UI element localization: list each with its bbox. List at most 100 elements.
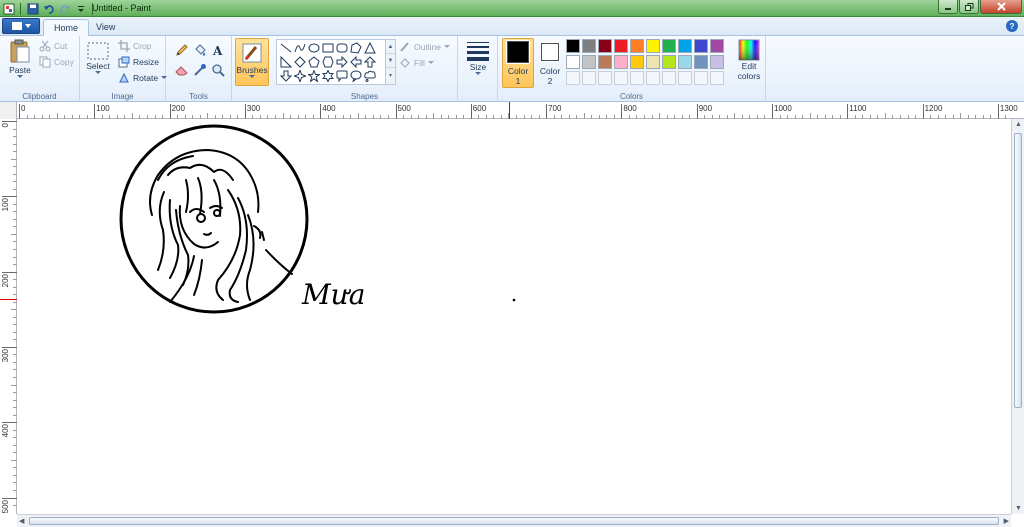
palette-swatch[interactable]	[646, 39, 660, 53]
line-shape-icon[interactable]	[279, 41, 292, 54]
portrait-sketch	[149, 149, 293, 303]
palette-swatch[interactable]	[710, 39, 724, 53]
eraser-icon[interactable]	[174, 62, 190, 78]
minimize-button[interactable]	[938, 0, 958, 14]
six-point-star-shape-icon[interactable]	[321, 69, 334, 82]
magnifier-icon[interactable]	[210, 62, 226, 78]
palette-swatch-empty[interactable]	[710, 71, 724, 85]
polygon-shape-icon[interactable]	[349, 41, 362, 54]
color-picker-icon[interactable]	[192, 62, 208, 78]
brushes-button[interactable]: Brushes	[235, 38, 269, 86]
palette-swatch-empty[interactable]	[630, 71, 644, 85]
shapes-gallery-scroll[interactable]: ▲ ▼ ▾	[385, 40, 395, 84]
five-point-star-shape-icon[interactable]	[307, 69, 320, 82]
ruler-corner	[0, 102, 17, 119]
text-icon[interactable]: A	[210, 42, 226, 58]
scroll-right-icon[interactable]: ▶	[1004, 517, 1009, 525]
select-button[interactable]: Select	[85, 41, 111, 75]
palette-swatch[interactable]	[694, 55, 708, 69]
palette-swatch[interactable]	[662, 39, 676, 53]
pentagon-shape-icon[interactable]	[307, 55, 320, 68]
palette-swatch[interactable]	[566, 39, 580, 53]
palette-swatch-empty[interactable]	[646, 71, 660, 85]
paint-menu-button[interactable]	[2, 18, 40, 34]
right-arrow-shape-icon[interactable]	[335, 55, 348, 68]
cut-button[interactable]: Cut	[39, 40, 67, 52]
palette-swatch-empty[interactable]	[598, 71, 612, 85]
rectangle-shape-icon[interactable]	[321, 41, 334, 54]
scroll-up-icon[interactable]: ▲	[1015, 121, 1022, 128]
oval-shape-icon[interactable]	[307, 41, 320, 54]
customize-toolbar-icon[interactable]	[74, 2, 87, 15]
save-icon[interactable]	[26, 2, 39, 15]
palette-swatch[interactable]	[662, 55, 676, 69]
palette-swatch[interactable]	[598, 39, 612, 53]
brush-icon	[240, 41, 264, 65]
palette-swatch[interactable]	[598, 55, 612, 69]
palette-swatch[interactable]	[614, 39, 628, 53]
resize-icon	[118, 56, 130, 68]
curve-shape-icon[interactable]	[293, 41, 306, 54]
help-icon[interactable]: ?	[1006, 20, 1018, 32]
left-arrow-shape-icon[interactable]	[349, 55, 362, 68]
outline-button[interactable]: Outline	[399, 41, 450, 53]
palette-swatch[interactable]	[582, 55, 596, 69]
rounded-callout-shape-icon[interactable]	[335, 69, 348, 82]
palette-swatch-empty[interactable]	[678, 71, 692, 85]
resize-button[interactable]: Resize	[118, 56, 159, 68]
four-point-star-shape-icon[interactable]	[293, 69, 306, 82]
oval-callout-shape-icon[interactable]	[349, 69, 362, 82]
stray-dot	[512, 298, 516, 302]
tab-home[interactable]: Home	[43, 19, 90, 37]
palette-swatch[interactable]	[694, 39, 708, 53]
ruler-label: 1000	[774, 104, 792, 113]
fill-bucket-icon[interactable]	[192, 42, 208, 58]
maximize-button[interactable]	[959, 0, 979, 14]
palette-swatch[interactable]	[678, 39, 692, 53]
close-button[interactable]	[980, 0, 1022, 14]
tab-view[interactable]: View	[86, 19, 125, 36]
crop-button[interactable]: Crop	[118, 40, 151, 52]
hexagon-shape-icon[interactable]	[321, 55, 334, 68]
palette-swatch-empty[interactable]	[582, 71, 596, 85]
redo-icon[interactable]	[58, 2, 71, 15]
palette-swatch-empty[interactable]	[566, 71, 580, 85]
palette-swatch[interactable]	[566, 55, 580, 69]
palette-swatch-empty[interactable]	[614, 71, 628, 85]
triangle-shape-icon[interactable]	[363, 41, 376, 54]
right-triangle-shape-icon[interactable]	[279, 55, 292, 68]
scroll-down-icon[interactable]: ▼	[1015, 505, 1022, 512]
rounded-rectangle-shape-icon[interactable]	[335, 41, 348, 54]
color-1-button[interactable]: Color 1	[502, 38, 534, 88]
down-arrow-shape-icon[interactable]	[279, 69, 292, 82]
palette-swatch[interactable]	[630, 39, 644, 53]
vertical-scroll-thumb[interactable]	[1014, 133, 1022, 408]
color-2-button[interactable]: Color 2	[534, 38, 566, 88]
palette-swatch-empty[interactable]	[662, 71, 676, 85]
horizontal-scrollbar[interactable]: ◀ ▶	[17, 514, 1011, 527]
rotate-button[interactable]: Rotate	[118, 72, 168, 84]
edit-colors-button[interactable]: Edit colors	[734, 39, 764, 81]
pencil-icon[interactable]	[174, 42, 190, 58]
up-arrow-shape-icon[interactable]	[363, 55, 376, 68]
size-button[interactable]: Size	[463, 40, 493, 76]
undo-icon[interactable]	[42, 2, 55, 15]
palette-swatch[interactable]	[678, 55, 692, 69]
paint-app-icon[interactable]	[2, 2, 15, 15]
diamond-shape-icon[interactable]	[293, 55, 306, 68]
scroll-left-icon[interactable]: ◀	[19, 517, 24, 525]
vertical-scrollbar[interactable]: ▲ ▼	[1011, 119, 1024, 514]
drawing-canvas[interactable]: Mưa	[18, 120, 1010, 514]
paste-button[interactable]: Paste	[6, 39, 34, 79]
palette-swatch[interactable]	[710, 55, 724, 69]
colors-group: Color 1 Color 2 Edit colors Colors	[498, 36, 766, 102]
fill-button[interactable]: Fill	[399, 57, 434, 69]
horizontal-scroll-thumb[interactable]	[29, 517, 999, 525]
copy-button[interactable]: Copy	[39, 56, 74, 68]
palette-swatch-empty[interactable]	[694, 71, 708, 85]
palette-swatch[interactable]	[630, 55, 644, 69]
palette-swatch[interactable]	[614, 55, 628, 69]
palette-swatch[interactable]	[582, 39, 596, 53]
cloud-callout-shape-icon[interactable]	[363, 69, 376, 82]
palette-swatch[interactable]	[646, 55, 660, 69]
